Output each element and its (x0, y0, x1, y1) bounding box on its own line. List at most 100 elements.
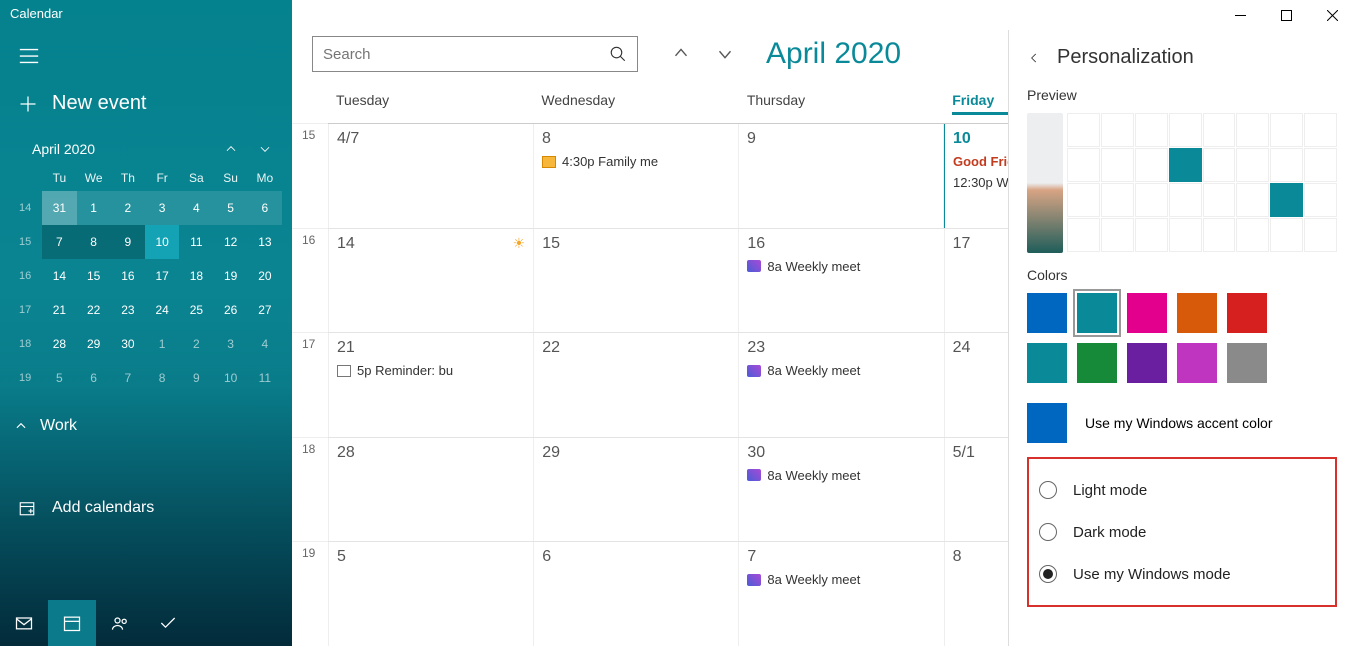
calendar-day[interactable]: 5 (328, 542, 534, 646)
search-box[interactable] (312, 36, 638, 72)
minical-day[interactable]: 11 (248, 361, 282, 395)
month-next[interactable] (714, 43, 736, 65)
minical-day[interactable]: 1 (145, 327, 179, 361)
minical-day[interactable]: 4 (248, 327, 282, 361)
minical-day[interactable]: 3 (145, 191, 179, 225)
color-swatch[interactable] (1227, 343, 1267, 383)
color-swatch[interactable] (1177, 293, 1217, 333)
minical-day[interactable]: 11 (179, 225, 213, 259)
minical-day[interactable]: 30 (111, 327, 145, 361)
minical-day[interactable]: 9 (179, 361, 213, 395)
calendar-day[interactable]: 4/7 (328, 124, 534, 228)
nav-people[interactable] (96, 600, 144, 646)
minical-day[interactable]: 18 (179, 259, 213, 293)
minical-day[interactable]: 28 (42, 327, 76, 361)
calendar-event[interactable]: 8a Weekly meet (747, 468, 935, 483)
calendar-event[interactable]: 4:30p Family me (542, 154, 730, 169)
minical-day[interactable]: 29 (77, 327, 111, 361)
minical-day[interactable]: 31 (42, 191, 76, 225)
calendar-day[interactable]: 6 (534, 542, 739, 646)
minical-day[interactable]: 5 (214, 191, 248, 225)
month-prev[interactable] (670, 43, 692, 65)
theme-radio[interactable]: Light mode (1035, 469, 1329, 511)
calendar-day[interactable]: 22 (534, 333, 739, 437)
minical-day[interactable]: 7 (42, 225, 76, 259)
month-label[interactable]: April 2020 (766, 37, 901, 71)
minical-day[interactable]: 6 (77, 361, 111, 395)
minical-day[interactable]: 2 (111, 191, 145, 225)
radio-label: Use my Windows mode (1073, 566, 1231, 583)
color-swatch[interactable] (1127, 293, 1167, 333)
color-swatch[interactable] (1027, 293, 1067, 333)
minical-day[interactable]: 3 (214, 327, 248, 361)
minical-day[interactable]: 2 (179, 327, 213, 361)
nav-mail[interactable] (0, 600, 48, 646)
color-swatch[interactable] (1077, 293, 1117, 333)
minical-day[interactable]: 12 (214, 225, 248, 259)
add-calendars-button[interactable]: Add calendars (0, 485, 292, 531)
minical-day[interactable]: 10 (214, 361, 248, 395)
calendar-day[interactable]: 29 (534, 438, 739, 542)
nav-todo[interactable] (144, 600, 192, 646)
hamburger-button[interactable] (0, 27, 292, 86)
minical-day[interactable]: 26 (214, 293, 248, 327)
theme-radio[interactable]: Dark mode (1035, 511, 1329, 553)
color-swatch[interactable] (1027, 343, 1067, 383)
minical-day[interactable]: 21 (42, 293, 76, 327)
calendar-day[interactable]: 14☀ (328, 229, 534, 333)
calendar-event[interactable]: 8a Weekly meet (747, 572, 935, 587)
search-input[interactable] (323, 46, 609, 63)
color-swatch[interactable] (1177, 343, 1217, 383)
calendar-day[interactable]: 215p Reminder: bu (328, 333, 534, 437)
sidebar-section-work[interactable]: Work (0, 395, 292, 445)
calendar-day[interactable]: 84:30p Family me (534, 124, 739, 228)
minical-day[interactable]: 4 (179, 191, 213, 225)
minical-day[interactable]: 14 (42, 259, 76, 293)
minical-day[interactable]: 23 (111, 293, 145, 327)
minical-day[interactable]: 7 (111, 361, 145, 395)
calendar-event[interactable]: 8a Weekly meet (747, 363, 935, 378)
window-close[interactable] (1309, 0, 1355, 30)
color-swatch[interactable] (1227, 293, 1267, 333)
minical-day[interactable]: 20 (248, 259, 282, 293)
minical-day[interactable]: 6 (248, 191, 282, 225)
minical-day[interactable]: 8 (145, 361, 179, 395)
calendar-day[interactable]: 15 (534, 229, 739, 333)
minical-day[interactable]: 5 (42, 361, 76, 395)
calendar-event[interactable]: 5p Reminder: bu (337, 363, 525, 378)
minical-day[interactable]: 8 (77, 225, 111, 259)
arrow-down-icon[interactable] (258, 142, 272, 156)
minical-day[interactable]: 16 (111, 259, 145, 293)
accent-row[interactable]: Use my Windows accent color (1027, 403, 1337, 443)
week-number: 18 (292, 437, 328, 542)
nav-calendar[interactable] (48, 600, 96, 646)
search-icon[interactable] (609, 45, 627, 63)
minical-day[interactable]: 9 (111, 225, 145, 259)
minical-day[interactable]: 25 (179, 293, 213, 327)
calendar-day[interactable]: 238a Weekly meet (739, 333, 944, 437)
minical-day[interactable]: 17 (145, 259, 179, 293)
back-icon[interactable] (1027, 51, 1041, 65)
theme-radio[interactable]: Use my Windows mode (1035, 553, 1329, 595)
calendar-day[interactable]: 168a Weekly meet (739, 229, 944, 333)
calendar-event[interactable]: 8a Weekly meet (747, 259, 935, 274)
minical-day[interactable]: 27 (248, 293, 282, 327)
color-swatch[interactable] (1077, 343, 1117, 383)
color-swatch[interactable] (1127, 343, 1167, 383)
minical-day[interactable]: 24 (145, 293, 179, 327)
new-event-button[interactable]: New event (0, 86, 292, 135)
calendar-day[interactable]: 9 (739, 124, 944, 228)
mini-calendar-month[interactable]: April 2020 (32, 141, 224, 157)
minical-day[interactable]: 22 (77, 293, 111, 327)
minical-day[interactable]: 13 (248, 225, 282, 259)
minical-day[interactable]: 10 (145, 225, 179, 259)
minical-day[interactable]: 1 (77, 191, 111, 225)
minical-day[interactable]: 19 (214, 259, 248, 293)
window-maximize[interactable] (1263, 0, 1309, 30)
calendar-day[interactable]: 78a Weekly meet (739, 542, 944, 646)
arrow-up-icon[interactable] (224, 142, 238, 156)
calendar-day[interactable]: 308a Weekly meet (739, 438, 944, 542)
calendar-day[interactable]: 28 (328, 438, 534, 542)
window-minimize[interactable] (1217, 0, 1263, 30)
minical-day[interactable]: 15 (77, 259, 111, 293)
